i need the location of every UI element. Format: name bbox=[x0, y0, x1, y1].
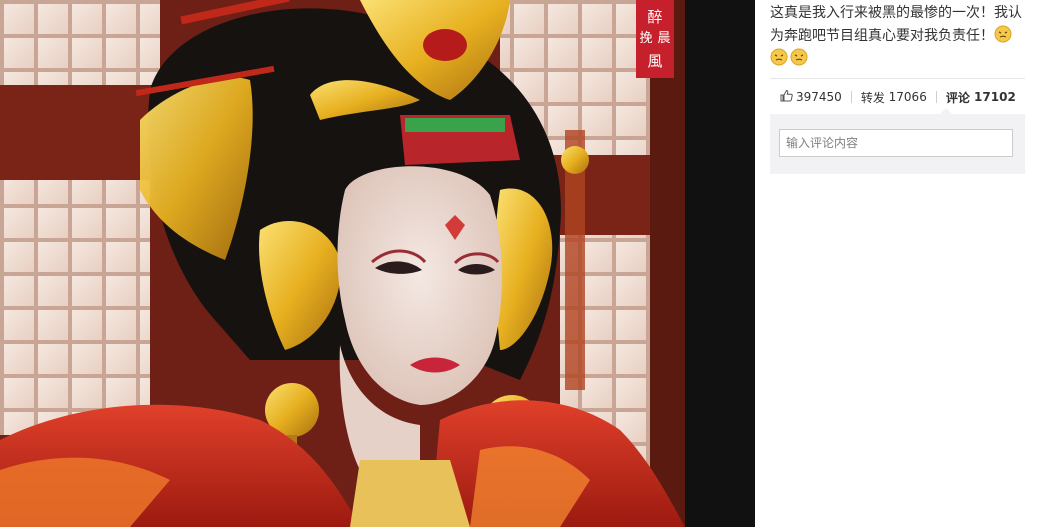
repost-count: 17066 bbox=[888, 90, 927, 104]
face-emoji-icon bbox=[994, 25, 1012, 43]
photo-illustration bbox=[0, 0, 685, 527]
post-content: 这真是我入行来被黑的最惨的一次！我认为奔跑吧节目组真心要对我负责任！ bbox=[770, 2, 1028, 71]
face-emoji-icon bbox=[790, 48, 808, 66]
comment-label: 评论 bbox=[945, 90, 970, 105]
comment-count: 17102 bbox=[974, 90, 1016, 104]
svg-text:挽: 挽 bbox=[639, 31, 652, 46]
comment-input[interactable] bbox=[779, 129, 1013, 157]
svg-text:晨: 晨 bbox=[657, 31, 670, 46]
post-side-panel bbox=[755, 0, 1052, 527]
face-emoji-icon bbox=[770, 48, 788, 66]
like-count: 397450 bbox=[796, 90, 842, 104]
repost-button[interactable]: 转发 17066 bbox=[852, 89, 936, 106]
image-viewer: 醉 挽 晨 風 这真是我入行来被黑的最惨的一次！我认为奔跑吧节目组真心要对我负责… bbox=[0, 0, 1052, 527]
viewer-backdrop bbox=[685, 0, 755, 527]
svg-text:風: 風 bbox=[647, 52, 662, 70]
divider bbox=[770, 78, 1025, 79]
svg-text:醉: 醉 bbox=[647, 8, 662, 26]
post-action-bar: 397450 转发 17066 评论 17102 bbox=[770, 86, 1025, 108]
post-text: 这真是我入行来被黑的最惨的一次！我认为奔跑吧节目组真心要对我负责任！ bbox=[770, 5, 1022, 44]
comment-button[interactable]: 评论 17102 bbox=[937, 89, 1025, 106]
post-photo[interactable]: 醉 挽 晨 風 bbox=[0, 0, 685, 527]
watermark-seal: 醉 挽 晨 風 bbox=[632, 0, 678, 80]
thumbs-up-icon bbox=[780, 89, 793, 105]
like-button[interactable]: 397450 bbox=[770, 89, 851, 105]
repost-label: 转发 bbox=[860, 90, 885, 105]
